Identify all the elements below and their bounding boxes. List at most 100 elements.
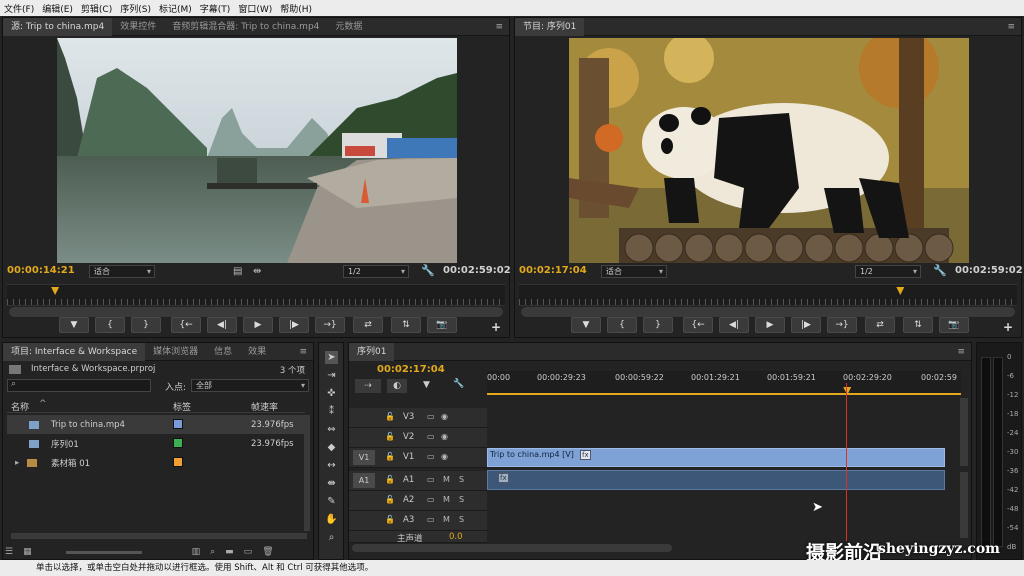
program-resolution-select[interactable]: 1/2 bbox=[855, 265, 921, 278]
source-playhead[interactable] bbox=[51, 287, 60, 295]
panel-menu-icon[interactable]: ≡ bbox=[299, 343, 307, 361]
panel-menu-icon[interactable]: ≡ bbox=[957, 343, 965, 361]
chevron-right-icon[interactable]: ▸ bbox=[15, 458, 19, 468]
program-add-marker-button[interactable]: ▼ bbox=[571, 317, 601, 333]
list-view-icon[interactable]: ☰ bbox=[5, 547, 13, 557]
program-zoom-scrollbar[interactable] bbox=[521, 307, 1015, 317]
source-go-to-out-button[interactable]: →} bbox=[315, 317, 345, 333]
trash-icon[interactable]: 🗑 bbox=[262, 547, 273, 557]
rate-stretch-tool-icon[interactable]: ⇔ bbox=[325, 423, 338, 436]
timeline-settings-icon[interactable]: 🔧 bbox=[453, 379, 464, 389]
solo-button[interactable]: S bbox=[459, 515, 464, 524]
track-header-v1[interactable]: V1 🔓 V1 ▭ ◉ bbox=[349, 448, 487, 468]
source-resolution-select[interactable]: 1/2 bbox=[343, 265, 409, 278]
timeline-h-scrollbar[interactable] bbox=[352, 544, 672, 552]
menu-item[interactable]: 标记(M) bbox=[155, 2, 196, 15]
column-fps[interactable]: 帧速率 bbox=[251, 400, 278, 413]
zoom-slider[interactable] bbox=[65, 550, 142, 554]
search-input[interactable] bbox=[7, 379, 151, 392]
program-mark-out-button[interactable]: } bbox=[643, 317, 673, 333]
tab-audio-clip-mixer[interactable]: 音频剪辑混合器: Trip to china.mp4 bbox=[164, 18, 327, 36]
source-fit-select[interactable]: 适合 bbox=[89, 265, 155, 278]
sync-lock-icon[interactable]: ▭ bbox=[427, 452, 435, 461]
export-frame-icon[interactable]: ▤ bbox=[233, 266, 242, 277]
rolling-edit-tool-icon[interactable]: ⁑ bbox=[325, 405, 338, 418]
source-overwrite-button[interactable]: ⇅ bbox=[391, 317, 421, 333]
tab-effect-controls[interactable]: 效果控件 bbox=[112, 18, 164, 36]
wrench-icon[interactable]: 🔧 bbox=[421, 264, 435, 277]
panel-menu-icon[interactable]: ≡ bbox=[495, 18, 503, 36]
column-label[interactable]: 标签 bbox=[173, 400, 191, 413]
program-overwrite-button[interactable]: ⇅ bbox=[903, 317, 933, 333]
project-list-scrollbar[interactable] bbox=[304, 415, 310, 531]
source-mark-in-button[interactable]: { bbox=[95, 317, 125, 333]
sync-lock-icon[interactable]: ▭ bbox=[427, 515, 435, 524]
menu-item[interactable]: 编辑(E) bbox=[38, 2, 77, 15]
source-step-back-button[interactable]: ◀| bbox=[207, 317, 237, 333]
label-swatch[interactable] bbox=[173, 419, 183, 429]
linked-selection-icon[interactable]: ◐ bbox=[387, 379, 407, 393]
mute-button[interactable]: M bbox=[443, 475, 450, 484]
track-header-master[interactable]: 主声道 0.0 bbox=[349, 531, 487, 544]
pen-tool-icon[interactable]: ✎ bbox=[325, 495, 338, 508]
lock-icon[interactable]: 🔓 bbox=[385, 475, 395, 484]
list-item[interactable]: 序列01 23.976fps bbox=[7, 434, 305, 453]
tab-sequence[interactable]: 序列01 bbox=[349, 342, 395, 361]
source-patch-v1[interactable]: V1 bbox=[353, 450, 375, 465]
mute-button[interactable]: M bbox=[443, 495, 450, 504]
tab-media-browser[interactable]: 媒体浏览器 bbox=[145, 343, 206, 361]
new-item-icon[interactable]: ▭ bbox=[244, 547, 253, 557]
track-header-v3[interactable]: 🔓 V3 ▭ ◉ bbox=[349, 408, 487, 428]
panel-menu-icon[interactable]: ≡ bbox=[1007, 18, 1015, 36]
tab-effects[interactable]: 效果 bbox=[240, 343, 274, 361]
program-go-to-in-button[interactable]: {← bbox=[683, 317, 713, 333]
source-go-to-in-button[interactable]: {← bbox=[171, 317, 201, 333]
slide-tool-icon[interactable]: ⇼ bbox=[325, 477, 338, 490]
slip-tool-icon[interactable]: ↔ bbox=[325, 459, 338, 472]
source-mark-out-button[interactable]: } bbox=[131, 317, 161, 333]
menu-item[interactable]: 剪辑(C) bbox=[77, 2, 116, 15]
ripple-edit-tool-icon[interactable]: ✜ bbox=[325, 387, 338, 400]
sync-lock-icon[interactable]: ▭ bbox=[427, 495, 435, 504]
razor-tool-icon[interactable]: ◆ bbox=[325, 441, 338, 454]
lock-icon[interactable]: 🔓 bbox=[385, 432, 395, 441]
track-header-a2[interactable]: 🔓 A2 ▭ M S bbox=[349, 491, 487, 511]
selection-tool-icon[interactable]: ➤ bbox=[325, 351, 338, 364]
program-fit-select[interactable]: 适合 bbox=[601, 265, 667, 278]
zoom-tool-icon[interactable]: ⌕ bbox=[325, 531, 338, 544]
button-editor-plus[interactable]: + bbox=[491, 320, 501, 334]
source-step-forward-button[interactable]: |▶ bbox=[279, 317, 309, 333]
automate-icon[interactable]: ▥ bbox=[192, 547, 201, 557]
program-step-forward-button[interactable]: |▶ bbox=[791, 317, 821, 333]
hand-tool-icon[interactable]: ✋ bbox=[325, 513, 338, 526]
lock-icon[interactable]: 🔓 bbox=[385, 495, 395, 504]
timeline-v-scrollbar-video[interactable] bbox=[960, 398, 968, 466]
button-editor-plus[interactable]: + bbox=[1003, 320, 1013, 334]
track-header-v2[interactable]: 🔓 V2 ▭ ◉ bbox=[349, 428, 487, 448]
source-timeline-ruler[interactable] bbox=[7, 284, 505, 306]
list-item[interactable]: ▸ 素材箱 01 bbox=[7, 453, 305, 472]
source-export-frame-button[interactable]: 📷 bbox=[427, 317, 457, 333]
timeline-playhead-line[interactable] bbox=[846, 383, 848, 541]
track-header-a1[interactable]: A1 🔓 A1 ▭ M S bbox=[349, 471, 487, 491]
snap-icon[interactable]: ⇢ bbox=[355, 379, 381, 393]
tab-info[interactable]: 信息 bbox=[206, 343, 240, 361]
source-play-button[interactable]: ▶ bbox=[243, 317, 273, 333]
tab-program[interactable]: 节目: 序列01 bbox=[515, 17, 585, 36]
program-mark-in-button[interactable]: { bbox=[607, 317, 637, 333]
menu-item[interactable]: 文件(F) bbox=[0, 2, 38, 15]
lock-icon[interactable]: 🔓 bbox=[385, 515, 395, 524]
source-current-timecode[interactable]: 00:00:14:21 bbox=[7, 265, 75, 276]
program-go-to-out-button[interactable]: →} bbox=[827, 317, 857, 333]
eye-icon[interactable]: ◉ bbox=[441, 432, 448, 441]
eye-icon[interactable]: ◉ bbox=[441, 412, 448, 421]
source-zoom-scrollbar[interactable] bbox=[9, 307, 503, 317]
clip-audio-a1[interactable]: fx bbox=[487, 470, 945, 490]
solo-button[interactable]: S bbox=[459, 495, 464, 504]
solo-button[interactable]: S bbox=[459, 475, 464, 484]
program-timeline-ruler[interactable] bbox=[519, 284, 1017, 306]
menu-item[interactable]: 序列(S) bbox=[116, 2, 155, 15]
program-play-button[interactable]: ▶ bbox=[755, 317, 785, 333]
tab-source[interactable]: 源: Trip to china.mp4 bbox=[3, 17, 113, 36]
timeline-current-timecode[interactable]: 00:02:17:04 bbox=[377, 364, 445, 375]
